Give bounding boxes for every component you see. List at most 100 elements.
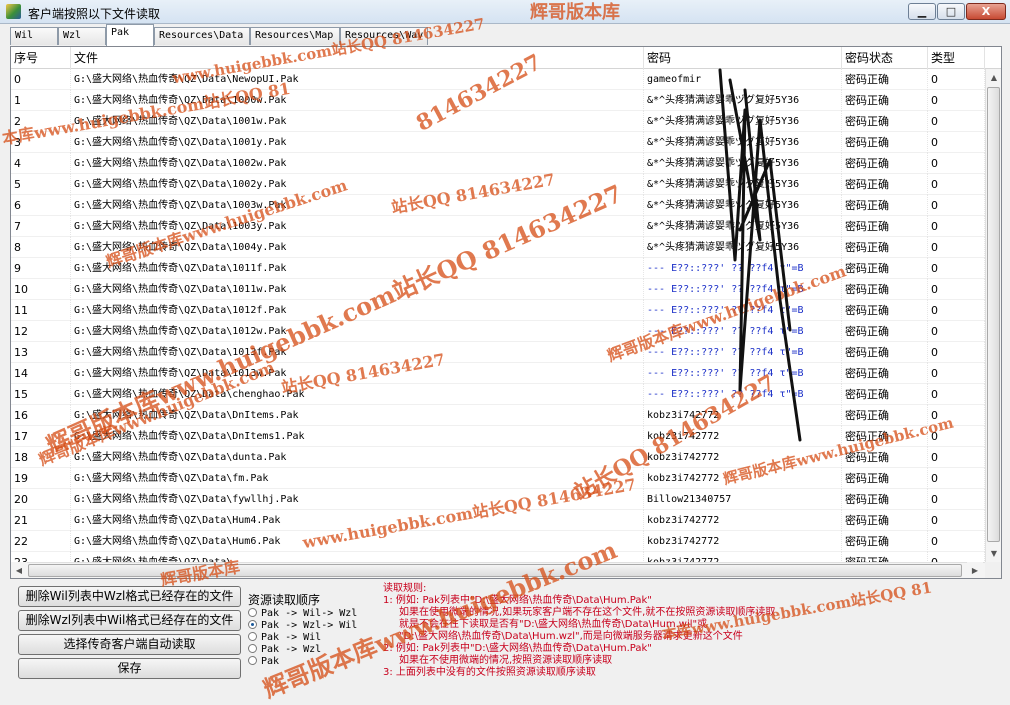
table-row[interactable]: 23G:\盛大网络\热血传奇\QZ\Data\kobz3i742772密码正确0 xyxy=(11,552,985,562)
row-index: 15 xyxy=(11,384,71,405)
read-order-title: 资源读取顺序 xyxy=(248,593,321,607)
minimize-button[interactable]: ▁ xyxy=(908,3,936,20)
row-password: kobz3i742772 xyxy=(644,405,842,426)
table-row[interactable]: 20 G:\盛大网络\热血传奇\QZ\Data\fywllhj.Pak Billow… xyxy=(11,489,985,510)
column-header-index[interactable]: 序号 xyxy=(11,47,71,69)
row-file-path: G:\盛大网络\热血传奇\QZ\Data\DnItems1.Pak xyxy=(71,426,644,447)
read-order-option[interactable]: Pak -> Wzl-> Wil xyxy=(248,620,357,632)
table-row[interactable]: 22 G:\盛大网络\热血传奇\QZ\Data\Hum6.Pak kobz3i742… xyxy=(11,531,985,552)
row-file-path: G:\盛大网络\热血传奇\QZ\Data\DnItems.Pak xyxy=(71,405,644,426)
read-order-option[interactable]: Pak -> Wil-> Wzl xyxy=(248,608,357,620)
row-password-status: 密码正确 xyxy=(842,153,928,174)
table-row[interactable]: 10 G:\盛大网络\热血传奇\QZ\Data\1011w.Pak --- E??:… xyxy=(11,279,985,300)
row-password-status: 密码正确 xyxy=(842,321,928,342)
table-row[interactable]: 2 G:\盛大网络\热血传奇\QZ\Data\1001w.Pak &*^头疼猜满谚婴… xyxy=(11,111,985,132)
tab-resources-map[interactable]: Resources\Map xyxy=(250,27,340,45)
table-row[interactable]: 18 G:\盛大网络\热血传奇\QZ\Data\dunta.Pak kobz3i74… xyxy=(11,447,985,468)
select-client-auto-read-button[interactable]: 选择传奇客户端自动读取 xyxy=(18,634,241,655)
scroll-up-arrow-icon[interactable]: ▲ xyxy=(986,69,1001,86)
table-row[interactable]: 7 G:\盛大网络\热血传奇\QZ\Data\1003y.Pak &*^头疼猜满谚婴… xyxy=(11,216,985,237)
row-file-path: G:\盛大网络\热血传奇\QZ\Data\1013f.Pak xyxy=(71,342,644,363)
radio-icon[interactable] xyxy=(248,656,257,665)
scroll-left-arrow-icon[interactable]: ◀ xyxy=(11,562,27,578)
table-row[interactable]: 15 G:\盛大网络\热血传奇\QZ\Data\chenghao.Pak --- E… xyxy=(11,384,985,405)
delete-wzl-duplicates-button[interactable]: 删除Wzl列表中Wil格式已经存在的文件 xyxy=(18,610,241,631)
table-row[interactable]: 1 G:\盛大网络\热血传奇\QZ\Data\1000w.Pak &*^头疼猜满谚婴… xyxy=(11,90,985,111)
table-row[interactable]: 19 G:\盛大网络\热血传奇\QZ\Data\fm.Pak kobz3i74277… xyxy=(11,468,985,489)
vertical-scroll-thumb[interactable] xyxy=(987,87,1000,542)
read-order-option[interactable]: Pak -> Wzl xyxy=(248,644,321,656)
table-row[interactable]: 13 G:\盛大网络\热血传奇\QZ\Data\1013f.Pak --- E??:… xyxy=(11,342,985,363)
row-type: 0 xyxy=(928,132,985,153)
table-row[interactable]: 14 G:\盛大网络\热血传奇\QZ\Data\1013w.Pak --- E??:… xyxy=(11,363,985,384)
table-row[interactable]: 5 G:\盛大网络\热血传奇\QZ\Data\1002y.Pak &*^头疼猜满谚婴… xyxy=(11,174,985,195)
tab-pak[interactable]: Pak xyxy=(106,24,154,46)
scroll-right-arrow-icon[interactable]: ▶ xyxy=(967,562,983,578)
table-row[interactable]: 4 G:\盛大网络\热血传奇\QZ\Data\1002w.Pak &*^头疼猜满谚婴… xyxy=(11,153,985,174)
tab-wzl[interactable]: Wzl xyxy=(58,27,106,45)
radio-icon[interactable] xyxy=(248,632,257,641)
row-index: 5 xyxy=(11,174,71,195)
horizontal-scrollbar[interactable]: ◀ ▶ xyxy=(11,562,985,578)
row-file-path: G:\盛大网络\热血传奇\QZ\Data\1001y.Pak xyxy=(71,132,644,153)
table-row[interactable]: 17 G:\盛大网络\热血传奇\QZ\Data\DnItems1.Pak kobz3… xyxy=(11,426,985,447)
row-file-path: G:\盛大网络\热血传奇\QZ\Data\1011w.Pak xyxy=(71,279,644,300)
row-file-path: G:\盛大网络\热血传奇\QZ\Data\dunta.Pak xyxy=(71,447,644,468)
read-order-option[interactable]: Pak xyxy=(248,656,279,668)
row-password: --- E??::???' ?? ??f4 τ"=B xyxy=(644,384,842,405)
table-row[interactable]: 9 G:\盛大网络\热血传奇\QZ\Data\1011f.Pak --- E??::… xyxy=(11,258,985,279)
row-index: 18 xyxy=(11,447,71,468)
delete-wil-duplicates-button[interactable]: 删除Wil列表中Wzl格式已经存在的文件 xyxy=(18,586,241,607)
row-file-path: G:\盛大网络\热血传奇\QZ\Data\1012w.Pak xyxy=(71,321,644,342)
maximize-button[interactable]: □ xyxy=(937,3,965,20)
table-row[interactable]: 0 G:\盛大网络\热血传奇\QZ\Data\NewopUI.Pak gameofm… xyxy=(11,69,985,90)
row-type: 0 xyxy=(928,321,985,342)
row-type: 0 xyxy=(928,279,985,300)
column-header-type[interactable]: 类型 xyxy=(928,47,985,69)
table-row[interactable]: 3 G:\盛大网络\热血传奇\QZ\Data\1001y.Pak &*^头疼猜满谚婴… xyxy=(11,132,985,153)
tab-wil[interactable]: Wil xyxy=(10,27,58,45)
radio-icon[interactable] xyxy=(248,644,257,653)
row-type: 0 xyxy=(928,90,985,111)
row-password-status: 密码正确 xyxy=(842,132,928,153)
row-type: 0 xyxy=(928,342,985,363)
table-row[interactable]: 16 G:\盛大网络\热血传奇\QZ\Data\DnItems.Pak kobz3i… xyxy=(11,405,985,426)
row-file-path: G:\盛大网络\热血传奇\QZ\Data\NewopUI.Pak xyxy=(71,69,644,90)
horizontal-scroll-thumb[interactable] xyxy=(28,564,962,577)
row-file-path: G:\盛大网络\热血传奇\QZ\Data\1000w.Pak xyxy=(71,90,644,111)
table-row[interactable]: 6 G:\盛大网络\热血传奇\QZ\Data\1003w.Pak &*^头疼猜满谚婴… xyxy=(11,195,985,216)
column-header-password[interactable]: 密码 xyxy=(644,47,842,69)
tab-resources-data[interactable]: Resources\Data xyxy=(154,27,250,45)
save-button[interactable]: 保存 xyxy=(18,658,241,679)
table-row[interactable]: 8 G:\盛大网络\热血传奇\QZ\Data\1004y.Pak &*^头疼猜满谚婴… xyxy=(11,237,985,258)
row-index: 20 xyxy=(11,489,71,510)
row-password: --- E??::???' ?? ??f4 τ"=B xyxy=(644,258,842,279)
row-password: --- E??::???' ?? ??f4 τ"=B xyxy=(644,342,842,363)
row-password: --- E??::???' ?? ??f4 τ"=B xyxy=(644,279,842,300)
rules-title: 读取规则: xyxy=(383,583,427,594)
scroll-down-arrow-icon[interactable]: ▼ xyxy=(986,545,1001,562)
pak-list-table[interactable]: 序号 文件 密码 密码状态 类型 0 G:\盛大网络\热血传奇\QZ\Data\N… xyxy=(10,46,1002,579)
close-button[interactable]: X xyxy=(966,3,1006,20)
row-index: 2 xyxy=(11,111,71,132)
row-type: 0 xyxy=(928,531,985,552)
row-file-path: G:\盛大网络\热血传奇\QZ\Data\fywllhj.Pak xyxy=(71,489,644,510)
vertical-scrollbar[interactable]: ▲ ▼ xyxy=(985,69,1001,562)
row-password: &*^头疼猜满谚婴乖ヅグ复好5Y36 xyxy=(644,153,842,174)
row-index: 12 xyxy=(11,321,71,342)
table-row[interactable]: 12 G:\盛大网络\热血传奇\QZ\Data\1012w.Pak --- E??:… xyxy=(11,321,985,342)
title-bar[interactable]: 客户端按照以下文件读取 ▁ □ X xyxy=(0,0,1010,24)
radio-icon[interactable] xyxy=(248,608,257,617)
row-password-status: 密码正确 xyxy=(842,342,928,363)
radio-selected-icon[interactable] xyxy=(248,620,257,629)
column-header-password-status[interactable]: 密码状态 xyxy=(842,47,928,69)
table-row[interactable]: 11 G:\盛大网络\热血传奇\QZ\Data\1012f.Pak --- E??:… xyxy=(11,300,985,321)
read-order-option[interactable]: Pak -> Wil xyxy=(248,632,321,644)
scrollbar-corner xyxy=(985,562,1001,578)
table-row[interactable]: 21 G:\盛大网络\热血传奇\QZ\Data\Hum4.Pak kobz3i742… xyxy=(11,510,985,531)
tab-resources-wav[interactable]: Resources\Wav xyxy=(340,27,428,45)
column-header-file[interactable]: 文件 xyxy=(71,47,644,69)
row-type: 0 xyxy=(928,111,985,132)
row-type: 0 xyxy=(928,174,985,195)
row-index: 9 xyxy=(11,258,71,279)
